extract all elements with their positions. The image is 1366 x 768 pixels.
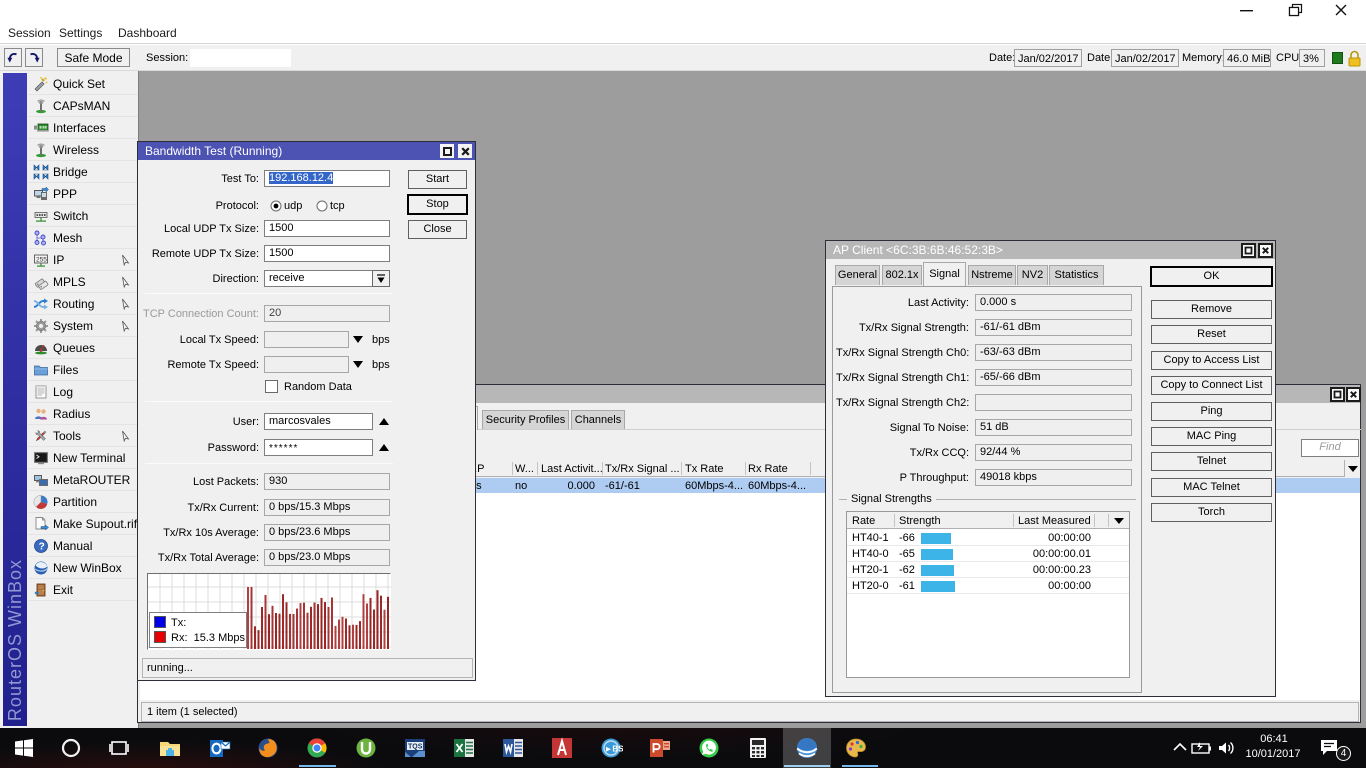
svg-text:►BS: ►BS — [605, 745, 624, 754]
svg-text:?: ? — [39, 542, 45, 553]
svg-text:255: 255 — [36, 257, 47, 264]
svg-text:TQS: TQS — [408, 744, 423, 751]
